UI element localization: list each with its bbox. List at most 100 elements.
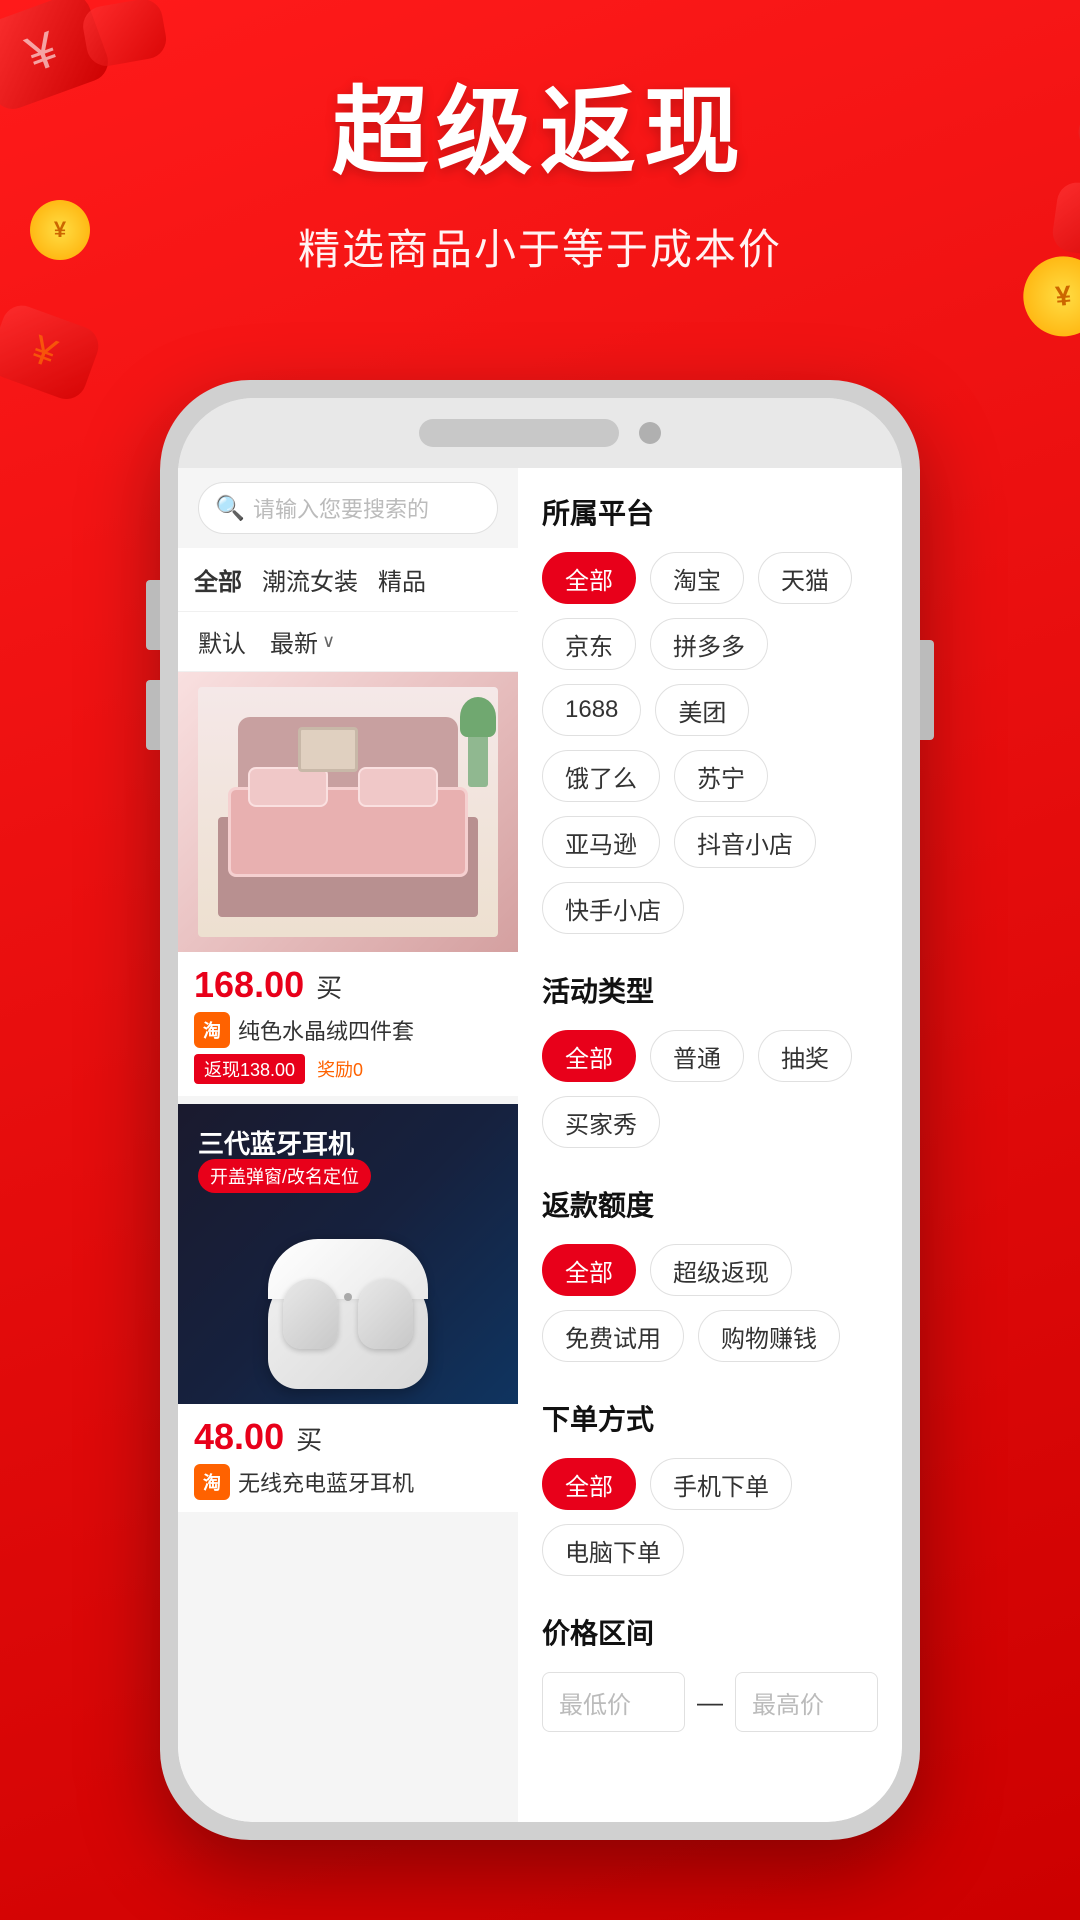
platform-tag-kuaishou[interactable]: 快手小店: [542, 882, 684, 934]
platform-tag-tmall[interactable]: 天猫: [758, 552, 852, 604]
order-tag-all[interactable]: 全部: [542, 1458, 636, 1510]
deco-yuan-4: ¥: [26, 327, 62, 377]
phone-btn-volume-down: [146, 680, 160, 750]
platform-tag-1688[interactable]: 1688: [542, 684, 641, 736]
category-tabs: 全部 潮流女装 精品: [178, 548, 518, 612]
price-separator: —: [697, 1687, 723, 1718]
cashback-tag-free-trial[interactable]: 免费试用: [542, 1310, 684, 1362]
earbuds-image: 三代蓝牙耳机 开盖弹窗/改名定位: [178, 1104, 518, 1404]
platform-tag-amazon[interactable]: 亚马逊: [542, 816, 660, 868]
buy-label-1: 买: [316, 968, 342, 1005]
platform-tag-meituan[interactable]: 美团: [655, 684, 749, 736]
cashback-row-1: 返现138.00 奖励0: [194, 1054, 502, 1084]
cashback-tag-all[interactable]: 全部: [542, 1244, 636, 1296]
activity-tag-buyer-show[interactable]: 买家秀: [542, 1096, 660, 1148]
price-1: 168.00: [194, 964, 304, 1006]
product-info-2: 48.00 买 淘 无线充电蓝牙耳机: [178, 1404, 518, 1512]
platform-tag-suning[interactable]: 苏宁: [674, 750, 768, 802]
earbuds-case: [258, 1229, 438, 1389]
cashback-filter-tags: 全部 超级返现 免费试用 购物赚钱: [542, 1244, 878, 1362]
platform-filter-section: 所属平台 全部 淘宝 天猫 京东 拼多多 1688 美团 饿了么 苏宁 亚马逊: [542, 492, 878, 934]
platform-tag-2: 淘: [194, 1464, 230, 1500]
order-filter-section: 下单方式 全部 手机下单 电脑下单: [542, 1398, 878, 1576]
product-name-2: 无线充电蓝牙耳机: [238, 1466, 414, 1498]
activity-filter-tags: 全部 普通 抽奖 买家秀: [542, 1030, 878, 1148]
phone-inner: 🔍 请输入您要搜索的 全部 潮流女装 精品 默认 最新 ∨: [178, 398, 902, 1822]
cashback-tag-1: 返现138.00: [194, 1054, 305, 1084]
cashback-tag-earn[interactable]: 购物赚钱: [698, 1310, 840, 1362]
sort-arrow: ∨: [322, 631, 335, 652]
reward-tag-1: 奖励0: [317, 1056, 363, 1082]
platform-filter-tags: 全部 淘宝 天猫 京东 拼多多 1688 美团 饿了么 苏宁 亚马逊 抖音小店 …: [542, 552, 878, 934]
platform-tag-taobao[interactable]: 淘宝: [650, 552, 744, 604]
search-bar: 🔍 请输入您要搜索的: [178, 468, 518, 548]
search-input-box[interactable]: 🔍 请输入您要搜索的: [198, 482, 498, 534]
order-filter-title: 下单方式: [542, 1398, 878, 1438]
product-card-2[interactable]: 三代蓝牙耳机 开盖弹窗/改名定位: [178, 1104, 518, 1512]
order-tag-mobile[interactable]: 手机下单: [650, 1458, 792, 1510]
phone-notch-bar: [178, 398, 902, 468]
product-name-row-1: 淘 纯色水晶绒四件套: [194, 1012, 502, 1048]
product-image-2: 三代蓝牙耳机 开盖弹窗/改名定位: [178, 1104, 518, 1404]
earbuds-title: 三代蓝牙耳机: [198, 1124, 354, 1161]
phone-notch: [419, 419, 619, 447]
platform-tag-jd[interactable]: 京东: [542, 618, 636, 670]
price-row-2: 48.00 买: [194, 1416, 502, 1458]
activity-filter-section: 活动类型 全部 普通 抽奖 买家秀: [542, 970, 878, 1148]
activity-filter-title: 活动类型: [542, 970, 878, 1010]
tab-premium[interactable]: 精品: [378, 562, 426, 597]
earbuds-badge: 开盖弹窗/改名定位: [198, 1159, 371, 1193]
platform-tag-1: 淘: [194, 1012, 230, 1048]
platform-tag-all[interactable]: 全部: [542, 552, 636, 604]
cashback-filter-title: 返款额度: [542, 1184, 878, 1224]
activity-tag-normal[interactable]: 普通: [650, 1030, 744, 1082]
platform-tag-eleme[interactable]: 饿了么: [542, 750, 660, 802]
platform-tag-pdd[interactable]: 拼多多: [650, 618, 768, 670]
product-image-1: [178, 672, 518, 952]
right-panel: 所属平台 全部 淘宝 天猫 京东 拼多多 1688 美团 饿了么 苏宁 亚马逊: [518, 468, 902, 1822]
buy-label-2: 买: [296, 1420, 322, 1457]
price-filter-title: 价格区间: [542, 1612, 878, 1652]
product-list: 168.00 买 淘 纯色水晶绒四件套 返现138.00 奖励0: [178, 672, 518, 1822]
price-row-1: 168.00 买: [194, 964, 502, 1006]
tab-fashion[interactable]: 潮流女装: [262, 562, 358, 597]
price-max-input[interactable]: 最高价: [735, 1672, 878, 1732]
sort-default[interactable]: 默认: [198, 624, 246, 659]
platform-tag-douyin[interactable]: 抖音小店: [674, 816, 816, 868]
order-tag-pc[interactable]: 电脑下单: [542, 1524, 684, 1576]
phone-mockup: 🔍 请输入您要搜索的 全部 潮流女装 精品 默认 最新 ∨: [160, 380, 920, 1840]
price-filter-section: 价格区间 最低价 — 最高价: [542, 1612, 878, 1732]
product-card-1[interactable]: 168.00 买 淘 纯色水晶绒四件套 返现138.00 奖励0: [178, 672, 518, 1096]
product-name-row-2: 淘 无线充电蓝牙耳机: [194, 1464, 502, 1500]
main-title: 超级返现: [0, 80, 1080, 186]
sort-bar: 默认 最新 ∨: [178, 612, 518, 672]
cashback-filter-section: 返款额度 全部 超级返现 免费试用 购物赚钱: [542, 1184, 878, 1362]
phone-screen: 🔍 请输入您要搜索的 全部 潮流女装 精品 默认 最新 ∨: [178, 468, 902, 1822]
search-placeholder: 请输入您要搜索的: [253, 492, 429, 524]
price-range-row: 最低价 — 最高价: [542, 1672, 878, 1732]
phone-btn-volume-up: [146, 580, 160, 650]
activity-tag-lottery[interactable]: 抽奖: [758, 1030, 852, 1082]
phone-btn-power: [920, 640, 934, 740]
bed-illustration: [198, 687, 498, 937]
deco-coin-1: ¥: [1054, 280, 1072, 313]
header-area: 超级返现 精选商品小于等于成本价: [0, 0, 1080, 277]
tab-all[interactable]: 全部: [194, 562, 242, 597]
left-panel: 🔍 请输入您要搜索的 全部 潮流女装 精品 默认 最新 ∨: [178, 468, 518, 1822]
price-max-placeholder: 最高价: [752, 1685, 824, 1720]
price-2: 48.00: [194, 1416, 284, 1458]
cashback-tag-super[interactable]: 超级返现: [650, 1244, 792, 1296]
phone-camera: [639, 422, 661, 444]
price-min-placeholder: 最低价: [559, 1685, 631, 1720]
search-icon: 🔍: [215, 494, 243, 522]
platform-filter-title: 所属平台: [542, 492, 878, 532]
product-name-1: 纯色水晶绒四件套: [238, 1014, 414, 1046]
price-min-input[interactable]: 最低价: [542, 1672, 685, 1732]
phone-outer: 🔍 请输入您要搜索的 全部 潮流女装 精品 默认 最新 ∨: [160, 380, 920, 1840]
sort-newest[interactable]: 最新 ∨: [270, 624, 335, 659]
activity-tag-all[interactable]: 全部: [542, 1030, 636, 1082]
bed-image: [178, 672, 518, 952]
product-info-1: 168.00 买 淘 纯色水晶绒四件套 返现138.00 奖励0: [178, 952, 518, 1096]
order-filter-tags: 全部 手机下单 电脑下单: [542, 1458, 878, 1576]
sub-title: 精选商品小于等于成本价: [0, 216, 1080, 277]
